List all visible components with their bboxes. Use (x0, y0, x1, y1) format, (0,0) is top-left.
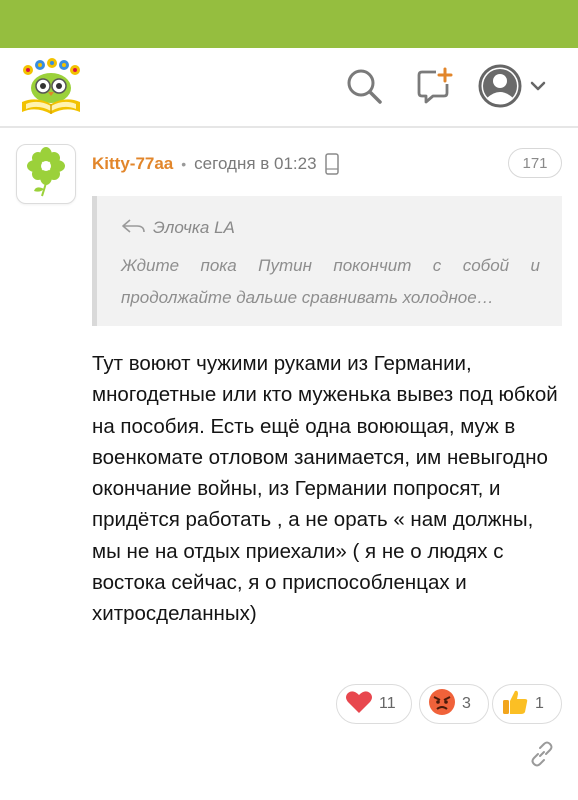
comment-number-badge[interactable]: 171 (508, 148, 562, 178)
green-flower-avatar (24, 146, 68, 202)
comment-time: сегодня в 01:23 (194, 154, 317, 173)
reactions-bar: 11 3 1 (0, 684, 578, 724)
chevron-down-icon (530, 79, 546, 97)
profile-menu-button[interactable] (478, 64, 558, 112)
reaction-count: 11 (379, 695, 396, 712)
quote-text-line-1: Ждите пока Путин покончит с собой и (121, 256, 540, 275)
new-comment-plus-icon (414, 66, 454, 111)
quote-author-name: Элочка LA (153, 218, 235, 237)
copy-link-button[interactable] (526, 740, 558, 772)
new-post-button[interactable] (412, 66, 456, 110)
quote-text: Ждите пока Путин покончит с собой и прод… (121, 250, 540, 314)
quote-text-line-2: продолжайте дальше сравнивать холодное… (121, 288, 494, 307)
link-icon (529, 741, 555, 772)
meta-separator: • (181, 156, 187, 172)
search-button[interactable] (342, 66, 386, 110)
quoted-reply[interactable]: Элочка LA Ждите пока Путин покончит с со… (92, 196, 562, 326)
angry-face-icon (428, 688, 456, 721)
comment-body: Тут воюют чужими руками из Германии, мно… (92, 352, 558, 626)
reaction-count: 1 (535, 695, 544, 712)
comment-card: Kitty-77aa • сегодня в 01:23 171 Элочка … (0, 130, 578, 800)
author-name[interactable]: Kitty-77aa (92, 154, 173, 174)
top-color-bar (0, 0, 578, 48)
search-icon (344, 66, 384, 111)
site-header (0, 48, 578, 128)
reaction-like-button[interactable]: 1 (492, 684, 562, 724)
user-avatar-icon (478, 64, 522, 113)
mobile-phone-icon (324, 153, 339, 175)
reaction-heart-button[interactable]: 11 (336, 684, 412, 724)
reaction-count: 3 (462, 695, 471, 712)
heart-icon (345, 689, 373, 720)
reply-arrow-icon (121, 218, 153, 239)
comment-meta: Kitty-77aa • сегодня в 01:23 (92, 152, 339, 176)
quote-author-row: Элочка LA (121, 216, 540, 240)
author-avatar[interactable] (16, 144, 76, 204)
site-logo[interactable] (16, 58, 86, 118)
reaction-angry-button[interactable]: 3 (419, 684, 489, 724)
thumbs-up-icon (501, 688, 529, 721)
